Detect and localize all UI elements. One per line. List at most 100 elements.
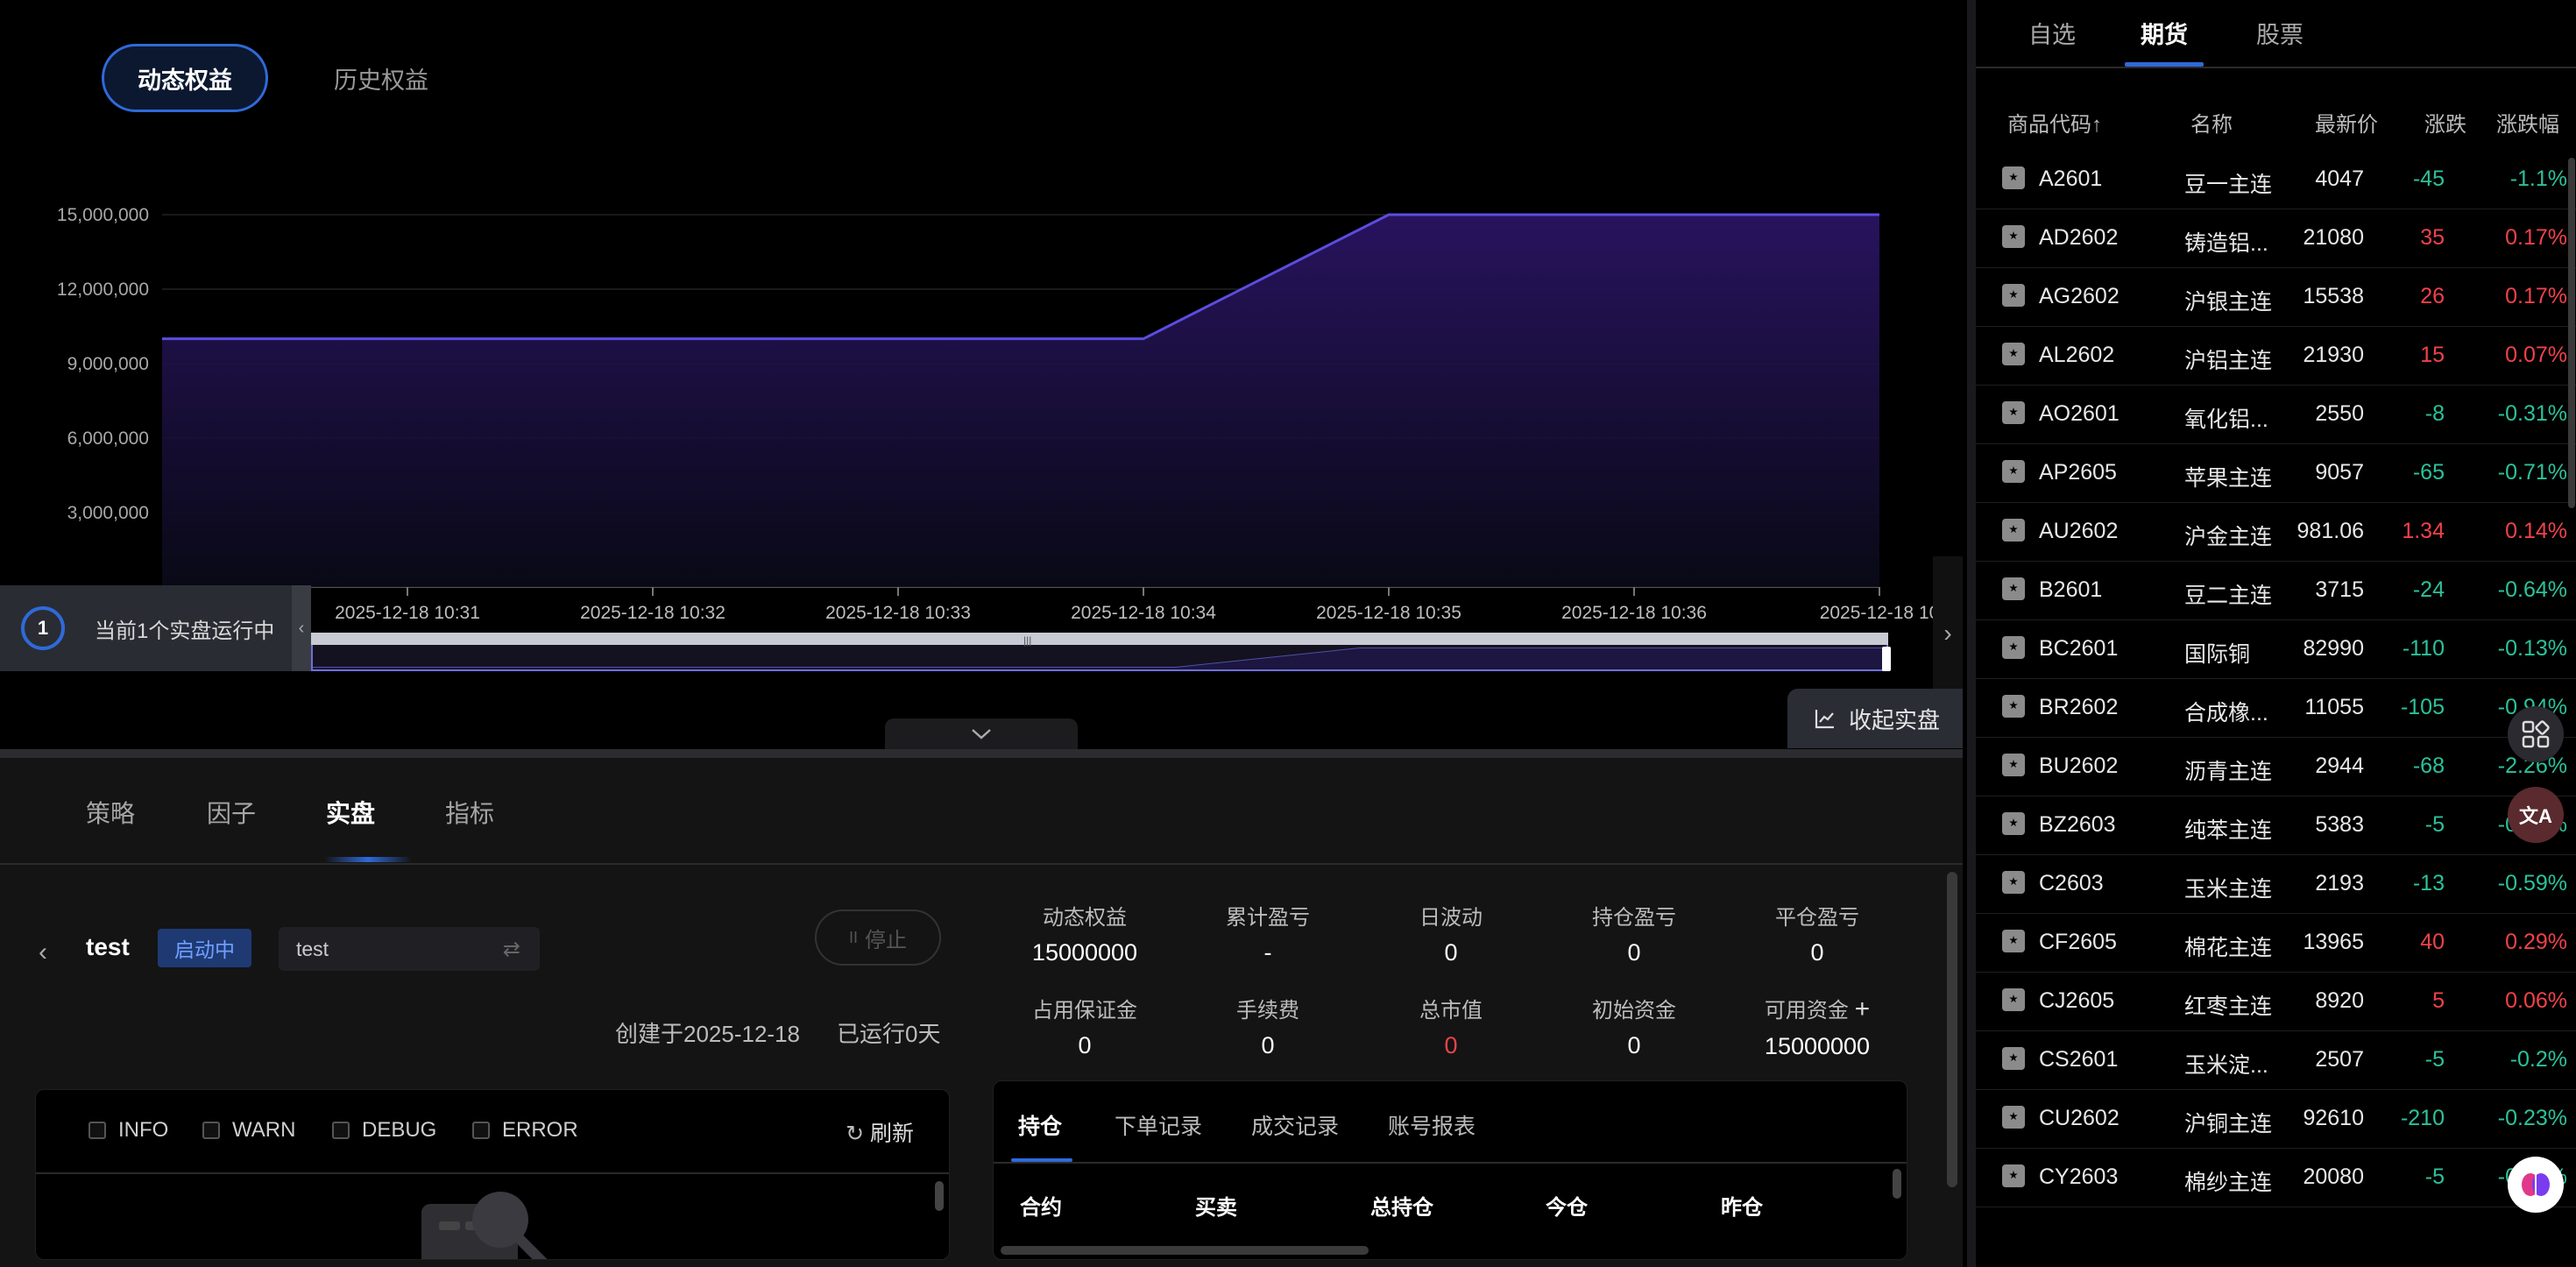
tab-history-equity[interactable]: 历史权益 (307, 44, 456, 112)
tab-factor[interactable]: 因子 (207, 795, 256, 830)
chevron-left-icon[interactable]: ‹ (292, 585, 311, 671)
positions-horizontal-scrollbar[interactable] (1001, 1246, 1369, 1255)
market-row[interactable]: AD2602 铸造铝... 21080 35 0.17% (1976, 209, 2576, 268)
market-row[interactable]: B2601 豆二主连 3715 -24 -0.64% (1976, 562, 2576, 620)
market-row[interactable]: A2601 豆一主连 4047 -45 -1.1% (1976, 151, 2576, 209)
tab-futures[interactable]: 期货 (2141, 16, 2188, 50)
tab-live[interactable]: 实盘 (326, 795, 375, 830)
bookmark-star-icon[interactable] (2002, 695, 2025, 718)
market-row[interactable]: BC2601 国际铜 82990 -110 -0.13% (1976, 620, 2576, 679)
checkbox[interactable] (202, 1122, 220, 1139)
market-row[interactable]: BZ2603纯苯主连5383-5-0.09% (1976, 796, 2576, 855)
back-chevron-icon[interactable]: ‹ (39, 938, 47, 967)
market-row[interactable]: CU2602 沪铜主连 92610 -210 -0.23% (1976, 1090, 2576, 1149)
panel-divider[interactable] (0, 749, 1963, 758)
zoom-right-handle[interactable] (1882, 647, 1891, 671)
bookmark-star-icon[interactable] (2002, 988, 2025, 1011)
market-row[interactable]: C2603 玉米主连 2193 -13 -0.59% (1976, 855, 2576, 914)
market-row[interactable]: CF2605 棉花主连 13965 40 0.29% (1976, 914, 2576, 973)
apps-grid-icon[interactable] (2508, 706, 2564, 762)
market-row[interactable]: CJ2605 红枣主连 8920 5 0.06% (1976, 973, 2576, 1031)
tab-dynamic-equity[interactable]: 动态权益 (102, 44, 268, 112)
market-row[interactable]: AO2601 氧化铝... 2550 -8 -0.31% (1976, 386, 2576, 444)
bookmark-star-icon[interactable] (2002, 343, 2025, 365)
market-tab-bar: 自选 期货 股票 (1976, 0, 2576, 68)
header-price[interactable]: 最新价 (2315, 107, 2378, 138)
market-row[interactable]: CS2601 玉米淀... 2507 -5 -0.2% (1976, 1031, 2576, 1090)
tab-positions[interactable]: 持仓 (1018, 1109, 1062, 1141)
running-indicator[interactable]: 1 当前1个实盘运行中 ‹ (0, 585, 311, 671)
market-row[interactable]: BU2602 沥青主连 2944 -68 -2.26% (1976, 738, 2576, 796)
strategy-select[interactable]: test ⇄ (279, 927, 540, 971)
zoom-slider-bar[interactable] (311, 633, 1888, 645)
bottom-panel-scrollbar[interactable] (1947, 872, 1957, 1187)
row-change-pct: -0.2% (2509, 1047, 2567, 1072)
tab-order-records[interactable]: 下单记录 (1115, 1109, 1202, 1141)
bookmark-star-icon[interactable] (2002, 930, 2025, 952)
row-change-pct: 0.14% (2505, 519, 2567, 543)
market-row[interactable]: AU2602 沪金主连 981.06 1.34 0.14% (1976, 503, 2576, 562)
tab-strategy[interactable]: 策略 (86, 795, 135, 830)
line-chart-icon (1815, 710, 1834, 729)
row-name: 棉纱主连 (2184, 1171, 2273, 1195)
metric-margin: 占用保证金 0 (997, 993, 1172, 1059)
main-area: 动态权益 历史权益 3,000,000 6,000,000 9,000,000 12,… (0, 0, 1963, 1267)
grip-icon[interactable]: ||| (1023, 634, 1031, 647)
tab-watchlist[interactable]: 自选 (2028, 16, 2076, 50)
filter-error[interactable]: ERROR (472, 1118, 578, 1143)
filter-debug[interactable]: DEBUG (332, 1118, 436, 1143)
checkbox[interactable] (472, 1122, 490, 1139)
collapse-live-button[interactable]: 收起实盘 (1787, 689, 1963, 748)
chevron-right-icon[interactable]: › (1933, 556, 1963, 710)
header-change[interactable]: 涨跌 (2424, 107, 2466, 138)
log-scrollbar[interactable] (935, 1181, 944, 1211)
x-tick-label: 2025-12-18 10:32 (580, 603, 725, 623)
bookmark-star-icon[interactable] (2002, 1106, 2025, 1129)
bookmark-star-icon[interactable] (2002, 1047, 2025, 1070)
header-code[interactable]: 商品代码↑ (2007, 107, 2102, 138)
metric-fee: 手续费 0 (1180, 993, 1355, 1059)
tab-stocks[interactable]: 股票 (2256, 16, 2304, 50)
bookmark-star-icon[interactable] (2002, 284, 2025, 307)
header-name[interactable]: 名称 (2190, 107, 2233, 138)
bookmark-star-icon[interactable] (2002, 577, 2025, 600)
swap-icon[interactable]: ⇄ (503, 937, 520, 962)
refresh-button[interactable]: ↻ 刷新 (846, 1116, 914, 1148)
bookmark-star-icon[interactable] (2002, 636, 2025, 659)
plus-icon[interactable]: + (1855, 994, 1871, 1023)
bookmark-star-icon[interactable] (2002, 166, 2025, 189)
translate-icon[interactable]: 文A (2508, 787, 2564, 843)
market-row[interactable]: AG2602 沪银主连 15538 26 0.17% (1976, 268, 2576, 327)
header-change-pct[interactable]: 涨跌幅 (2496, 107, 2559, 138)
filter-warn[interactable]: WARN (202, 1118, 295, 1143)
stop-button[interactable]: II 停止 (815, 910, 941, 966)
bookmark-star-icon[interactable] (2002, 871, 2025, 894)
row-change-pct: -0.64% (2497, 577, 2567, 602)
market-row[interactable]: AL2602 沪铝主连 21930 15 0.07% (1976, 327, 2576, 386)
row-price: 11055 (2304, 695, 2364, 719)
bookmark-star-icon[interactable] (2002, 460, 2025, 483)
positions-vertical-scrollbar[interactable] (1893, 1169, 1901, 1199)
bookmark-star-icon[interactable] (2002, 754, 2025, 776)
bookmark-star-icon[interactable] (2002, 519, 2025, 541)
row-change: 40 (2420, 930, 2445, 954)
filter-info[interactable]: INFO (88, 1118, 168, 1143)
row-change-pct: -0.71% (2497, 460, 2567, 485)
tab-trade-records[interactable]: 成交记录 (1251, 1109, 1339, 1141)
bookmark-star-icon[interactable] (2002, 1164, 2025, 1187)
market-panel: 自选 期货 股票 商品代码↑ 名称 最新价 涨跌 涨跌幅 A2601 豆一主连 40… (1967, 0, 2576, 1267)
checkbox[interactable] (88, 1122, 106, 1139)
ai-assistant-icon[interactable] (2508, 1157, 2564, 1213)
checkbox[interactable] (332, 1122, 350, 1139)
bookmark-star-icon[interactable] (2002, 225, 2025, 248)
market-row[interactable]: AP2605 苹果主连 9057 -65 -0.71% (1976, 444, 2576, 503)
expand-handle[interactable] (885, 718, 1078, 750)
bookmark-star-icon[interactable] (2002, 401, 2025, 424)
strategy-name: test (86, 933, 130, 960)
tab-account-report[interactable]: 账号报表 (1388, 1109, 1476, 1141)
market-scrollbar[interactable] (2568, 158, 2575, 508)
bookmark-star-icon[interactable] (2002, 812, 2025, 835)
market-row[interactable]: CY2603棉纱主连20080-5-0.02% (1976, 1149, 2576, 1207)
tab-indicator[interactable]: 指标 (445, 795, 494, 830)
market-row[interactable]: BR2602合成橡...11055-105-0.94% (1976, 679, 2576, 738)
